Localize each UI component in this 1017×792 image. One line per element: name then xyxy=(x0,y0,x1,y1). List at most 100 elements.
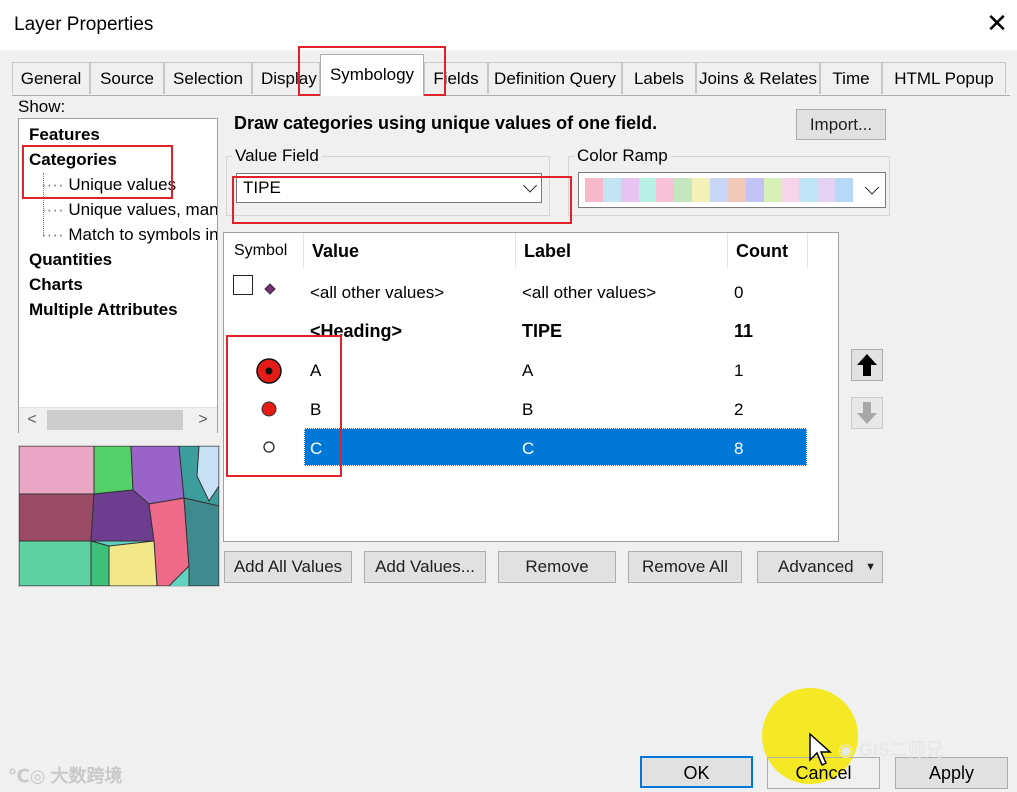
scroll-left-icon[interactable]: < xyxy=(20,409,44,431)
tab-symbology[interactable]: Symbology xyxy=(320,54,424,96)
tree-item-label: Unique values, many xyxy=(68,200,218,219)
tab-definition-query[interactable]: Definition Query xyxy=(488,62,622,94)
tab-joins-relates[interactable]: Joins & Relates xyxy=(696,62,820,94)
symbology-description: Draw categories using unique values of o… xyxy=(234,113,658,133)
color-ramp-swatch-cell xyxy=(620,178,639,202)
show-label: Show: xyxy=(18,97,66,116)
tree-item-quantities[interactable]: Quantities xyxy=(29,250,112,270)
chevron-down-icon xyxy=(522,178,538,193)
watermark-left: ℃◎ 大数跨境 xyxy=(8,762,123,788)
medium-circle-symbol-icon xyxy=(261,401,277,417)
large-circle-symbol-icon xyxy=(256,358,282,384)
row-count: 1 xyxy=(734,361,744,380)
column-header-count[interactable]: Count xyxy=(728,233,808,269)
tab-source[interactable]: Source xyxy=(90,62,164,94)
row-value: <Heading> xyxy=(310,321,403,341)
row-label: C xyxy=(522,439,535,458)
focus-rect xyxy=(304,428,807,466)
row-count: 0 xyxy=(734,283,744,302)
row-value: C xyxy=(310,439,323,458)
preview-map xyxy=(18,445,220,587)
ok-button[interactable]: OK xyxy=(640,756,753,788)
row-count: 11 xyxy=(734,321,754,341)
symbol-table: Symbol Value Label Count <all other valu… xyxy=(223,232,839,542)
row-count: 2 xyxy=(734,400,744,419)
column-header-value[interactable]: Value xyxy=(304,233,516,269)
color-ramp-swatch-cell xyxy=(799,178,818,202)
remove-button[interactable]: Remove xyxy=(498,551,616,583)
color-ramp-swatch-cell xyxy=(638,178,657,202)
color-ramp-swatch-cell xyxy=(727,178,746,202)
color-ramp-swatch-cell xyxy=(781,178,800,202)
mouse-cursor-icon xyxy=(809,732,832,767)
color-ramp-dropdown[interactable] xyxy=(578,172,886,208)
row-label: A xyxy=(522,361,534,380)
color-ramp-swatch xyxy=(585,178,853,202)
row-count: 8 xyxy=(734,439,744,458)
value-field-label: Value Field xyxy=(232,146,322,166)
tab-html-popup[interactable]: HTML Popup xyxy=(882,62,1006,94)
tree-item-match-symbols[interactable]: ···· Match to symbols in a xyxy=(41,225,218,245)
tab-fields[interactable]: Fields xyxy=(424,62,488,94)
row-label: B xyxy=(522,400,534,419)
tree-item-charts[interactable]: Charts xyxy=(29,275,83,295)
value-field-dropdown[interactable]: TIPE xyxy=(236,173,542,203)
row-label: <all other values> xyxy=(522,283,657,302)
row-value: <all other values> xyxy=(310,283,445,302)
remove-all-button[interactable]: Remove All xyxy=(628,551,742,583)
advanced-button[interactable]: Advanced ▼ xyxy=(757,551,883,583)
row-label: TIPE xyxy=(522,321,563,341)
value-field-value: TIPE xyxy=(243,178,281,197)
color-ramp-swatch-cell xyxy=(656,178,675,202)
watermark-right-text: GIS二师兄 xyxy=(858,740,944,760)
tab-general[interactable]: General xyxy=(12,62,90,94)
add-all-values-button[interactable]: Add All Values xyxy=(224,551,352,583)
tree-item-label: Unique values xyxy=(68,175,177,194)
column-header-symbol[interactable]: Symbol xyxy=(224,233,304,269)
move-down-button[interactable] xyxy=(851,397,883,429)
small-circle-symbol-icon xyxy=(263,441,275,453)
tab-selection[interactable]: Selection xyxy=(164,62,252,94)
map-preview-image xyxy=(19,446,219,586)
move-up-button[interactable] xyxy=(851,349,883,381)
show-tree: Features Categories ···· Unique values ·… xyxy=(18,118,218,433)
row-value: A xyxy=(310,361,322,380)
scroll-right-icon[interactable]: > xyxy=(191,409,215,431)
color-ramp-swatch-cell xyxy=(817,178,836,202)
tab-labels[interactable]: Labels xyxy=(622,62,696,94)
add-values-button[interactable]: Add Values... xyxy=(364,551,486,583)
import-button[interactable]: Import... xyxy=(796,109,886,140)
arrow-up-icon xyxy=(857,354,877,376)
tree-item-categories[interactable]: Categories xyxy=(29,150,117,170)
color-ramp-label: Color Ramp xyxy=(574,146,671,166)
fill-symbol-icon xyxy=(233,275,253,295)
color-ramp-swatch-cell xyxy=(585,178,603,202)
window-title: Layer Properties xyxy=(14,14,154,35)
color-ramp-swatch-cell xyxy=(763,178,782,202)
chevron-down-icon xyxy=(864,180,880,195)
row-value: B xyxy=(310,400,322,419)
color-ramp-swatch-cell xyxy=(710,178,728,202)
tab-time[interactable]: Time xyxy=(820,62,882,94)
tab-display[interactable]: Display xyxy=(252,62,320,94)
marker-symbol-icon xyxy=(264,283,276,295)
column-header-label[interactable]: Label xyxy=(516,233,728,269)
tree-item-unique-values[interactable]: ···· Unique values xyxy=(41,175,176,195)
color-ramp-swatch-cell xyxy=(692,178,711,202)
tree-item-multiple-attributes[interactable]: Multiple Attributes xyxy=(29,300,178,320)
tree-item-unique-values-many[interactable]: ···· Unique values, many xyxy=(41,200,218,220)
watermark-left-text: 大数跨境 xyxy=(50,766,123,786)
tree-item-features[interactable]: Features xyxy=(29,125,100,145)
tree-item-label: Match to symbols in a xyxy=(68,225,218,244)
advanced-label: Advanced xyxy=(778,557,854,576)
watermark-logo-icon: ℃◎ xyxy=(8,766,51,786)
color-ramp-swatch-cell xyxy=(745,178,764,202)
wechat-icon: ◉ xyxy=(838,740,859,760)
close-icon[interactable]: ✕ xyxy=(984,10,1010,36)
color-ramp-swatch-cell xyxy=(602,178,621,202)
scroll-thumb[interactable] xyxy=(47,410,183,430)
dropdown-caret-icon: ▼ xyxy=(865,561,876,573)
tree-hscrollbar[interactable]: < > xyxy=(19,407,217,433)
color-ramp-swatch-cell xyxy=(835,178,853,202)
watermark-right: ◉ GIS二师兄 xyxy=(838,736,944,762)
